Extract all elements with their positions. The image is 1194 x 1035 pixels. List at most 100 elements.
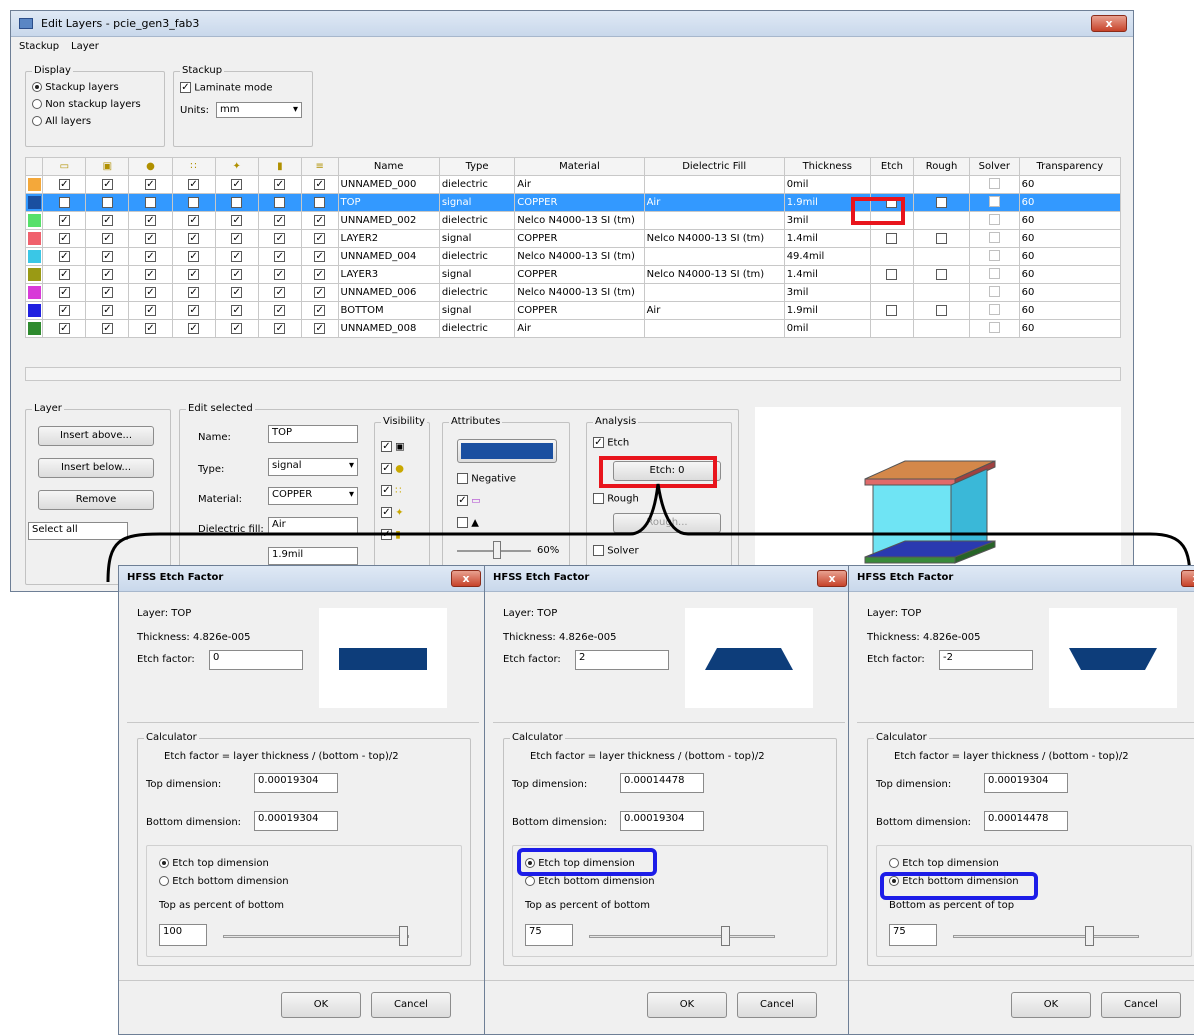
radio-button[interactable] [32, 116, 42, 126]
visibility-checkbox[interactable]: ✓ [128, 319, 173, 338]
solver-checkbox-cell[interactable] [969, 229, 1020, 248]
visibility-checkbox[interactable]: ✓ [42, 301, 87, 320]
visibility-checkbox[interactable]: ✓ [300, 319, 339, 338]
visibility-checkbox[interactable]: ✓ [85, 247, 130, 266]
column-header[interactable]: Solver [969, 157, 1020, 176]
visibility-checkbox[interactable]: ✓ [128, 193, 173, 212]
etch-checkbox[interactable]: ✓ Etch [593, 437, 629, 449]
visibility-checkbox[interactable]: ✓ [42, 283, 87, 302]
table-row[interactable]: ✓ ✓ ✓ ✓ ✓ ✓ ✓ BOTTOM signal COPPER Air 1.9mil 60 [24, 301, 1122, 320]
table-row[interactable]: ✓ ✓ ✓ ✓ ✓ ✓ ✓ UNNAMED_000 dielectric Air 0mil 60 [24, 175, 1122, 194]
visibility-checkbox[interactable]: ✓ [171, 265, 216, 284]
layer-type-cell[interactable]: dielectric [438, 175, 516, 194]
column-header[interactable]: Name [337, 157, 440, 176]
rough-checkbox-cell[interactable] [913, 229, 971, 248]
units-select[interactable]: mm ▾ [216, 102, 302, 118]
visibility-checkbox[interactable]: ✓ [171, 175, 216, 194]
radio-non-stackup-layers[interactable]: Non stackup layers [32, 99, 141, 110]
solver-checkbox-cell[interactable] [969, 175, 1020, 194]
visibility-checkbox[interactable]: ✓ [42, 265, 87, 284]
percent-field[interactable]: 75 [525, 924, 573, 946]
rough-checkbox-cell[interactable] [913, 265, 971, 284]
column-header[interactable]: Transparency [1018, 157, 1122, 176]
transparency-cell[interactable]: 60 [1018, 319, 1122, 338]
visibility-checkbox[interactable]: ✓ [214, 265, 259, 284]
layer-type-cell[interactable]: signal [438, 265, 516, 284]
menu-layer[interactable]: Layer [71, 41, 99, 52]
thickness-cell[interactable]: 3mil [783, 283, 871, 302]
top-dimension-field[interactable]: 0.00019304 [254, 773, 338, 793]
dielectric-fill-cell[interactable]: Nelco N4000-13 SI (tm) [643, 229, 785, 248]
visibility-checkbox[interactable]: ✓ [257, 175, 302, 194]
solver-checkbox-cell[interactable] [969, 211, 1020, 230]
visibility-checkbox[interactable]: ✓ [300, 283, 339, 302]
dielectric-fill-cell[interactable]: Air [643, 301, 785, 320]
visibility-checkbox[interactable]: ✓ [171, 319, 216, 338]
layer-type-cell[interactable]: signal [438, 193, 516, 212]
layer-name-cell[interactable]: BOTTOM [337, 301, 440, 320]
visibility-checkbox[interactable]: ✓ [300, 247, 339, 266]
visibility-checkbox[interactable]: ✓ [128, 301, 173, 320]
cancel-button[interactable]: Cancel [371, 992, 451, 1018]
eye-icon[interactable]: ▭ [42, 157, 87, 176]
layer-type-cell[interactable]: signal [438, 301, 516, 320]
visibility-checkbox[interactable]: ✓ [171, 229, 216, 248]
visibility-checkbox[interactable]: ✓ [128, 229, 173, 248]
visibility-checkbox[interactable]: ✓ [171, 301, 216, 320]
visibility-checkbox[interactable]: ✓ [171, 247, 216, 266]
layer-type-cell[interactable]: signal [438, 229, 516, 248]
layer-type-cell[interactable]: dielectric [438, 319, 516, 338]
transparency-cell[interactable]: 60 [1018, 211, 1122, 230]
visibility-checkbox[interactable]: ✓ [300, 229, 339, 248]
transparency-cell[interactable]: 60 [1018, 265, 1122, 284]
bottom-dimension-field[interactable]: 0.00019304 [254, 811, 338, 831]
solver-checkbox-cell[interactable] [969, 301, 1020, 320]
bottom-dimension-field[interactable]: 0.00019304 [620, 811, 704, 831]
layer-material-cell[interactable]: Nelco N4000-13 SI (tm) [514, 247, 645, 266]
ok-button[interactable]: OK [1011, 992, 1091, 1018]
dialog-close-button[interactable]: x [451, 570, 481, 587]
visibility-checkbox[interactable]: ✓ [214, 229, 259, 248]
rough-checkbox-cell[interactable] [913, 301, 971, 320]
percent-slider[interactable] [589, 926, 775, 946]
layer-name-cell[interactable]: UNNAMED_008 [337, 319, 440, 338]
visibility-checkbox[interactable]: ✓ [171, 283, 216, 302]
layer-material-cell[interactable]: COPPER [514, 265, 645, 284]
visibility-checkbox[interactable]: ✓ [214, 211, 259, 230]
cancel-button[interactable]: Cancel [1101, 992, 1181, 1018]
radio-stackup-layers[interactable]: Stackup layers [32, 82, 119, 93]
etch-top-radio[interactable]: Etch top dimension [889, 858, 999, 869]
layer-name-cell[interactable]: LAYER3 [337, 265, 440, 284]
etch-factor-field[interactable]: 0 [209, 650, 303, 670]
etch-checkbox-cell[interactable] [869, 265, 915, 284]
solver-checkbox-cell[interactable] [969, 193, 1020, 212]
table-row[interactable]: ✓ ✓ ✓ ✓ ✓ ✓ ✓ UNNAMED_008 dielectric Air 0mil 60 [24, 319, 1122, 338]
radio-button[interactable] [32, 99, 42, 109]
visibility-checkbox[interactable]: ✓ [85, 283, 130, 302]
column-header[interactable]: Etch [869, 157, 915, 176]
visibility-checkbox[interactable]: ✓ [300, 265, 339, 284]
percent-slider[interactable] [223, 926, 409, 946]
solver-checkbox-cell[interactable] [969, 319, 1020, 338]
visibility-checkbox[interactable]: ✓ [42, 247, 87, 266]
bottom-dimension-field[interactable]: 0.00014478 [984, 811, 1068, 831]
layer-material-cell[interactable]: Nelco N4000-13 SI (tm) [514, 211, 645, 230]
visibility-checkbox[interactable]: ✓ [214, 247, 259, 266]
circle-icon[interactable]: ● [128, 157, 173, 176]
layer-name-cell[interactable]: LAYER2 [337, 229, 440, 248]
layer-name-cell[interactable]: UNNAMED_000 [337, 175, 440, 194]
visibility-checkbox[interactable]: ✓ [300, 301, 339, 320]
dialog-close-button[interactable]: x [1181, 570, 1194, 587]
dots-icon[interactable]: ∷ [171, 157, 216, 176]
dialog-close-button[interactable]: x [817, 570, 847, 587]
visibility-checkbox[interactable]: ✓ [85, 265, 130, 284]
table-row[interactable]: ✓ ✓ ✓ ✓ ✓ ✓ ✓ LAYER2 signal COPPER Nelco N4000-13 … [24, 229, 1122, 248]
layer-name-cell[interactable]: UNNAMED_006 [337, 283, 440, 302]
visibility-checkbox[interactable]: ✓ [128, 211, 173, 230]
visibility-checkbox[interactable]: ✓ [300, 175, 339, 194]
layer-material-cell[interactable]: COPPER [514, 193, 645, 212]
top-dimension-field[interactable]: 0.00019304 [984, 773, 1068, 793]
visibility-checkbox[interactable]: ✓ [42, 229, 87, 248]
checkbox[interactable]: ✓ [593, 437, 604, 448]
column-header[interactable]: Dielectric Fill [643, 157, 785, 176]
